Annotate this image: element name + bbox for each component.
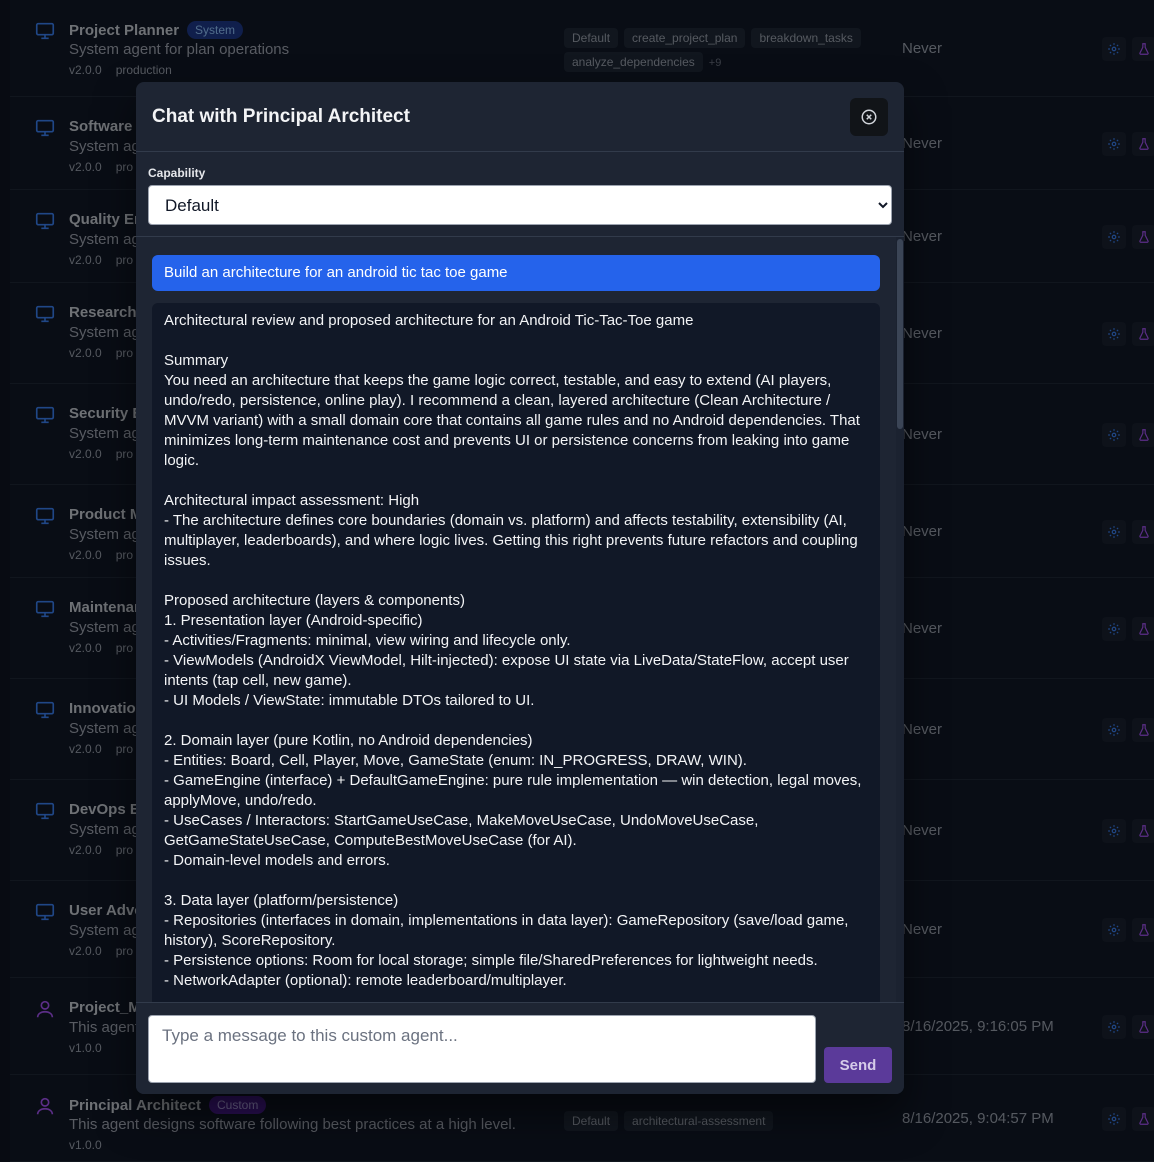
user-message: Build an architecture for an android tic…: [152, 255, 880, 291]
messages-scrollbar[interactable]: [896, 237, 904, 1002]
modal-title: Chat with Principal Architect: [152, 106, 410, 127]
close-button[interactable]: [850, 98, 888, 136]
message-list[interactable]: Build an architecture for an android tic…: [136, 236, 904, 1002]
agent-message: Architectural review and proposed archit…: [152, 303, 880, 1002]
send-button[interactable]: Send: [824, 1047, 892, 1083]
capability-label: Capability: [148, 166, 206, 180]
close-circle-icon: [861, 109, 877, 125]
capability-select[interactable]: Default: [148, 185, 892, 225]
message-input[interactable]: [148, 1015, 816, 1083]
scrollbar-thumb[interactable]: [897, 239, 903, 429]
chat-modal: Chat with Principal Architect Capability…: [136, 82, 904, 1094]
message-composer: Send: [136, 1002, 904, 1094]
modal-header: Chat with Principal Architect: [136, 82, 904, 152]
